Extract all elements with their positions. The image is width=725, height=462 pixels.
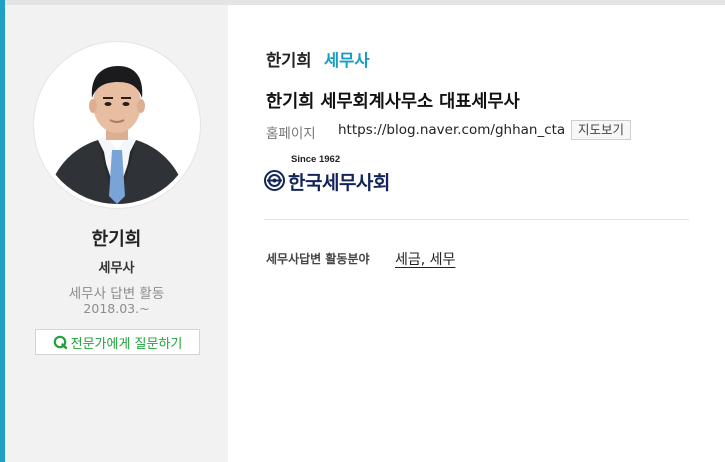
homepage-label: 홈페이지 — [266, 126, 316, 142]
homepage-link[interactable]: https://blog.naver.com/ghhan_cta — [338, 122, 565, 138]
expert-name: 한기희 — [266, 51, 312, 70]
profile-since-date: 2018.03.~ — [83, 301, 150, 316]
speech-bubble-icon — [53, 335, 67, 349]
association-emblem-icon — [264, 170, 285, 191]
activity-field-label: 세무사답변 활동분야 — [266, 252, 370, 266]
profile-name: 한기희 — [91, 229, 142, 250]
avatar — [38, 46, 196, 204]
avatar-frame — [34, 42, 200, 208]
ask-expert-button[interactable]: 전문가에게 질문하기 — [35, 329, 200, 355]
section-divider — [264, 219, 689, 220]
map-view-button[interactable]: 지도보기 — [571, 120, 632, 140]
profile-sidebar: 한기희 세무사 세무사 답변 활동 2018.03.~ 전문가에게 질문하기 — [5, 5, 228, 462]
logo-since-text: Since 1962 — [291, 154, 341, 165]
profile-role: 세무사 — [98, 261, 135, 276]
logo-name-text: 한국세무사회 — [288, 172, 390, 194]
activity-field-link[interactable]: 세금, 세무 — [395, 249, 455, 269]
expert-title-badge: 세무사 — [324, 51, 370, 70]
association-logo: Since 1962 한국세무사회 — [264, 154, 396, 194]
ask-expert-label: 전문가에게 질문하기 — [70, 336, 183, 352]
office-title: 한기희 세무회계사무소 대표세무사 — [266, 92, 520, 112]
profile-activity: 세무사 답변 활동 — [68, 286, 165, 302]
